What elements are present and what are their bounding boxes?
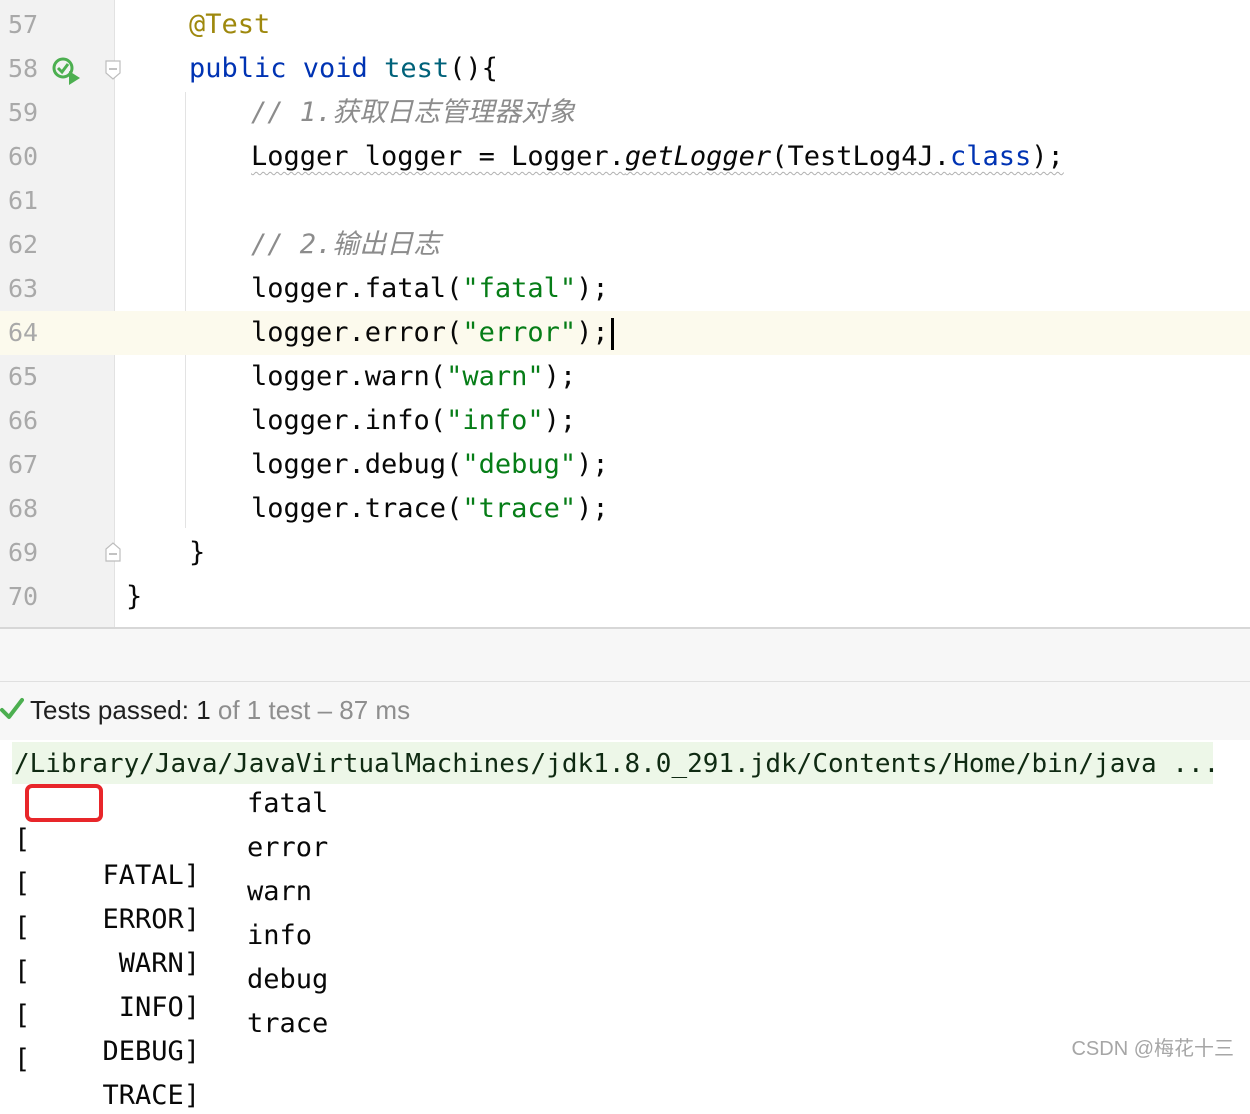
method-signature: public void test(){ <box>189 53 498 85</box>
code-line[interactable]: 68 logger.trace("trace"); <box>0 487 1250 531</box>
code-line[interactable]: 65 logger.warn("warn"); <box>0 355 1250 399</box>
code-line[interactable]: 57 @Test <box>0 3 1250 47</box>
log-message: warn <box>247 876 313 907</box>
fold-end-icon[interactable] <box>105 542 121 562</box>
method-name: test <box>384 53 450 84</box>
test-status-text: Tests passed: 1 of 1 test – 87 ms <box>30 692 410 728</box>
code-line[interactable]: 70 } <box>0 575 1250 619</box>
code-line[interactable]: 61 <box>0 179 1250 223</box>
bracket: [ <box>14 1044 31 1075</box>
line-number: 60 <box>8 142 39 171</box>
string-literal: "debug" <box>462 449 577 480</box>
highlight-annotation-box <box>25 784 103 822</box>
code-text: logger.fatal( <box>251 273 463 304</box>
fold-icon[interactable] <box>105 60 121 80</box>
code-punct: ); <box>543 361 577 392</box>
string-literal: "trace" <box>462 493 577 524</box>
code-line[interactable]: 63 logger.fatal("fatal"); <box>0 267 1250 311</box>
current-code-line[interactable]: 64 logger.error("error"); <box>0 311 1250 355</box>
console-output-line: [ DEBUG] <box>14 962 200 1067</box>
run-test-icon[interactable] <box>52 57 82 85</box>
closing-brace: } <box>189 537 206 568</box>
line-number: 59 <box>8 98 39 127</box>
code-punct: ); <box>576 317 609 348</box>
code-line[interactable]: 69 } <box>0 531 1250 575</box>
code-punct: (){ <box>449 53 498 84</box>
console-output-line: [ WARN] <box>14 874 200 979</box>
console-command-line[interactable]: /Library/Java/JavaVirtualMachines/jdk1.8… <box>12 742 1219 784</box>
comment: // 2.输出日志 <box>251 229 441 260</box>
check-icon <box>0 698 24 719</box>
log-message: info <box>247 920 313 951</box>
log-message: trace <box>247 1008 329 1039</box>
line-number: 70 <box>8 582 39 611</box>
code-text: logger.warn( <box>251 361 447 392</box>
keyword: public void <box>189 53 368 84</box>
tests-passed-detail: of 1 test – 87 ms <box>210 695 411 725</box>
string-literal: "info" <box>446 405 544 436</box>
line-number: 58 <box>8 54 39 83</box>
log-message: debug <box>247 964 329 995</box>
code-text: logger.error( <box>251 317 463 348</box>
annotation: @Test <box>189 9 271 40</box>
line-number: 62 <box>8 230 39 259</box>
log-statement: logger.error("error"); <box>251 317 614 350</box>
line-number: 66 <box>8 406 39 435</box>
line-number: 61 <box>8 186 39 215</box>
run-panel-header <box>0 629 1250 681</box>
log-statement: logger.fatal("fatal"); <box>251 273 609 305</box>
code-punct: ); <box>576 449 609 480</box>
code-line[interactable]: 58 public void test(){ <box>0 47 1250 91</box>
code-text: (TestLog4J. <box>771 141 950 172</box>
watermark: CSDN @梅花十三 <box>1071 1038 1234 1060</box>
java-command[interactable]: /Library/Java/JavaVirtualMachines/jdk1.8… <box>14 746 1219 782</box>
string-literal: "warn" <box>446 361 544 392</box>
code-line[interactable]: 67 logger.debug("debug"); <box>0 443 1250 487</box>
log-statement: logger.trace("trace"); <box>251 493 609 525</box>
code-line[interactable]: 66 logger.info("info"); <box>0 399 1250 443</box>
line-number: 69 <box>8 538 39 567</box>
text-caret <box>610 317 614 350</box>
code-line[interactable]: 60 Logger logger = Logger.getLogger(Test… <box>0 135 1250 179</box>
line-number: 64 <box>8 318 39 347</box>
code-punct: ); <box>576 273 609 304</box>
test-status-bar: Tests passed: 1 of 1 test – 87 ms <box>0 681 1250 741</box>
line-number: 57 <box>8 10 39 39</box>
string-literal: "error" <box>462 317 577 348</box>
log-statement: logger.debug("debug"); <box>251 449 609 481</box>
comment: // 1.获取日志管理器对象 <box>251 97 576 128</box>
string-literal: "fatal" <box>462 273 577 304</box>
code-text: logger.trace( <box>251 493 463 524</box>
closing-brace: } <box>126 581 143 612</box>
log-level: TRACE] <box>102 1080 200 1111</box>
line-number: 68 <box>8 494 39 523</box>
line-number: 67 <box>8 450 39 479</box>
log-statement: logger.warn("warn"); <box>251 361 576 393</box>
keyword: class <box>950 141 1032 172</box>
code-text: logger.info( <box>251 405 447 436</box>
code-punct: ); <box>1031 141 1064 172</box>
log-message: error <box>247 832 329 863</box>
code-text: logger.debug( <box>251 449 463 480</box>
code-line[interactable]: 59 // 1.获取日志管理器对象 <box>0 91 1250 135</box>
tests-passed-label: Tests passed: 1 <box>30 695 211 725</box>
line-number: 63 <box>8 274 39 303</box>
code-punct: ); <box>543 405 577 436</box>
log-message: fatal <box>247 788 329 819</box>
logger-declaration: Logger logger = Logger.getLogger(TestLog… <box>251 141 1064 173</box>
code-punct: ); <box>576 493 609 524</box>
static-method: getLogger <box>624 141 772 172</box>
code-text: Logger logger = Logger. <box>251 141 625 172</box>
line-number: 65 <box>8 362 39 391</box>
code-editor[interactable]: 57 @Test 58 public void test(){ 59 // 1.… <box>0 0 1250 627</box>
log-statement: logger.info("info"); <box>251 405 576 437</box>
console-output-line: [ INFO] <box>14 918 200 1023</box>
console-output-line: [ TRACE] <box>14 1006 200 1111</box>
console-output-line: [ ERROR] <box>14 830 200 935</box>
code-line[interactable]: 62 // 2.输出日志 <box>0 223 1250 267</box>
